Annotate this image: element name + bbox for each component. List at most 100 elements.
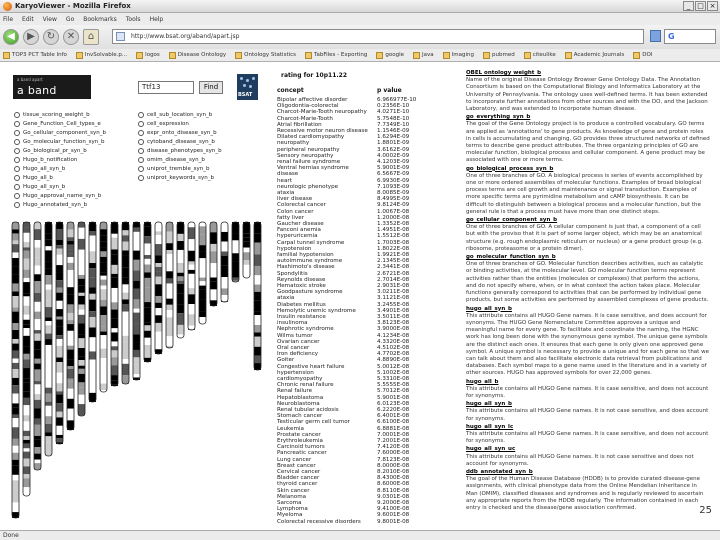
radio-option[interactable]: Hugo_annotated_syn_b: [14, 200, 87, 209]
annotation-name[interactable]: OBEL ontology weight_b: [466, 70, 710, 77]
find-button[interactable]: Find: [199, 81, 223, 94]
annotation-name[interactable]: hugo_all_syn_b: [466, 306, 710, 313]
radio-button[interactable]: [138, 165, 144, 172]
radio-button[interactable]: [14, 147, 20, 154]
menu-item[interactable]: File: [3, 16, 13, 23]
home-icon[interactable]: ⌂: [83, 29, 99, 45]
radio-option[interactable]: Gene_Function_Cell_types_e: [14, 119, 101, 128]
chromosome-ideogram[interactable]: [110, 221, 119, 387]
bookmark-item[interactable]: pubmed: [480, 51, 515, 59]
chromosome-ideogram[interactable]: [44, 221, 53, 457]
annotation-name[interactable]: go_everything_syn_b: [466, 114, 710, 121]
chromosome-ideogram[interactable]: [77, 221, 86, 417]
radio-button[interactable]: [138, 120, 144, 127]
annotation-name[interactable]: go_molecular_function_syn_b: [466, 254, 710, 261]
bookmark-item[interactable]: citeulike: [521, 51, 556, 59]
radio-option[interactable]: Hugo_all_b: [14, 173, 53, 182]
radio-button[interactable]: [14, 138, 20, 145]
bookmark-item[interactable]: Java: [410, 51, 434, 59]
bookmark-item[interactable]: TOP3 PCT Table Info: [0, 51, 67, 59]
radio-button[interactable]: [138, 111, 144, 118]
radio-option[interactable]: Hugo_approval_name_syn_b: [14, 191, 101, 200]
menu-item[interactable]: Edit: [22, 16, 34, 23]
chromosome-ideogram[interactable]: [220, 221, 229, 303]
chromosome-ideogram[interactable]: [165, 221, 174, 349]
menu-item[interactable]: Help: [150, 16, 164, 23]
menu-item[interactable]: Tools: [126, 16, 141, 23]
radio-option[interactable]: Go_biological_pr_syn_b: [14, 146, 87, 155]
url-bar[interactable]: http://www.bsat.org/aband/apart.jsp: [112, 29, 644, 44]
bookmark-item[interactable]: google: [373, 51, 404, 59]
chromosome-ideogram[interactable]: [198, 221, 207, 325]
chromosome-ideogram[interactable]: [154, 221, 163, 355]
chromosome-ideogram[interactable]: [242, 221, 251, 279]
search-input[interactable]: G: [664, 29, 716, 44]
radio-button[interactable]: [138, 156, 144, 163]
stop-icon[interactable]: ✕: [63, 29, 79, 45]
radio-button[interactable]: [138, 174, 144, 181]
radio-button[interactable]: [14, 183, 20, 190]
radio-option[interactable]: cell_sub_location_syn_b: [138, 110, 212, 119]
chromosome-ideogram[interactable]: [99, 221, 108, 393]
radio-option[interactable]: disease_phenotypes_syn_b: [138, 146, 222, 155]
radio-button[interactable]: [14, 129, 20, 136]
chromosome-ideogram[interactable]: [88, 221, 97, 403]
annotation-name[interactable]: go_cellular_component_syn_b: [466, 217, 710, 224]
forward-arrow-icon[interactable]: ▶: [23, 29, 39, 45]
radio-button[interactable]: [14, 165, 20, 172]
back-arrow-icon[interactable]: ◀: [3, 29, 19, 45]
radio-button[interactable]: [14, 174, 20, 181]
radio-button[interactable]: [138, 129, 144, 136]
radio-button[interactable]: [14, 111, 20, 118]
radio-option[interactable]: Hugo_b_notification: [14, 155, 77, 164]
bookmark-item[interactable]: DOI: [630, 51, 652, 59]
radio-option[interactable]: uniprot_tremble_syn_b: [138, 164, 209, 173]
result-row[interactable]: Colorectal recessive disorders 9.8001E-08: [277, 519, 455, 527]
reload-icon[interactable]: ↻: [43, 29, 59, 45]
bookmark-item[interactable]: Disease Ontology: [166, 51, 226, 59]
annotation-name[interactable]: ddb_annotated_syn_b: [466, 469, 710, 476]
chromosome-ideogram[interactable]: [33, 221, 42, 471]
chromosome-ideogram[interactable]: [66, 221, 75, 431]
radio-option[interactable]: expr_onto_disease_syn_b: [138, 128, 217, 137]
chromosome-ideogram[interactable]: [176, 221, 185, 339]
radio-option[interactable]: Go_molecular_function_syn_b: [14, 137, 105, 146]
annotation-name[interactable]: hugo_all_b: [466, 379, 710, 386]
maximize-icon[interactable]: □: [695, 1, 706, 11]
minimize-icon[interactable]: _: [683, 1, 694, 11]
radio-option[interactable]: uniprot_keywords_syn_b: [138, 173, 214, 182]
radio-button[interactable]: [14, 192, 20, 199]
chromosome-ideogram[interactable]: [132, 221, 141, 381]
menu-item[interactable]: Bookmarks: [83, 16, 117, 23]
bookmark-item[interactable]: TabFiles - Exporting: [302, 51, 367, 59]
chromosome-ideogram[interactable]: [22, 221, 31, 497]
annotation-name[interactable]: hugo_all_syn_lc: [466, 424, 710, 431]
bookmark-item[interactable]: Ontology Statistics: [232, 51, 296, 59]
annotation-name[interactable]: hugo_all_syn_b: [466, 401, 710, 408]
chromosome-ideogram[interactable]: [231, 221, 240, 283]
chromosome-ideogram[interactable]: [11, 221, 20, 519]
chromosome-ideogram[interactable]: [209, 221, 218, 307]
radio-button[interactable]: [14, 201, 20, 208]
bookmark-item[interactable]: logos: [133, 51, 160, 59]
bookmark-item[interactable]: Academic Journals: [562, 51, 624, 59]
radio-button[interactable]: [14, 120, 20, 127]
menu-item[interactable]: Go: [66, 16, 74, 23]
chromosome-ideogram[interactable]: [187, 221, 196, 331]
radio-button[interactable]: [138, 138, 144, 145]
close-icon[interactable]: ×: [707, 1, 718, 11]
radio-option[interactable]: Go_cellular_component_syn_b: [14, 128, 106, 137]
bookmark-item[interactable]: InvSolvable.p...: [73, 51, 127, 59]
chromosome-ideogram[interactable]: [121, 221, 130, 385]
go-button[interactable]: [650, 30, 661, 42]
annotation-name[interactable]: hugo_all_syn_uc: [466, 446, 710, 453]
annotation-name[interactable]: go_biological_process_syn_b: [466, 166, 710, 173]
chromosome-ideogram[interactable]: [253, 221, 262, 371]
bookmark-item[interactable]: Imaging: [440, 51, 474, 59]
chromosome-ideogram[interactable]: [143, 221, 152, 363]
radio-option[interactable]: tissue_scoring_weight_b: [14, 110, 90, 119]
radio-button[interactable]: [14, 156, 20, 163]
radio-option[interactable]: Hugo_all_syn_b: [14, 164, 65, 173]
radio-option[interactable]: omim_disease_syn_b: [138, 155, 205, 164]
menu-item[interactable]: View: [43, 16, 57, 23]
